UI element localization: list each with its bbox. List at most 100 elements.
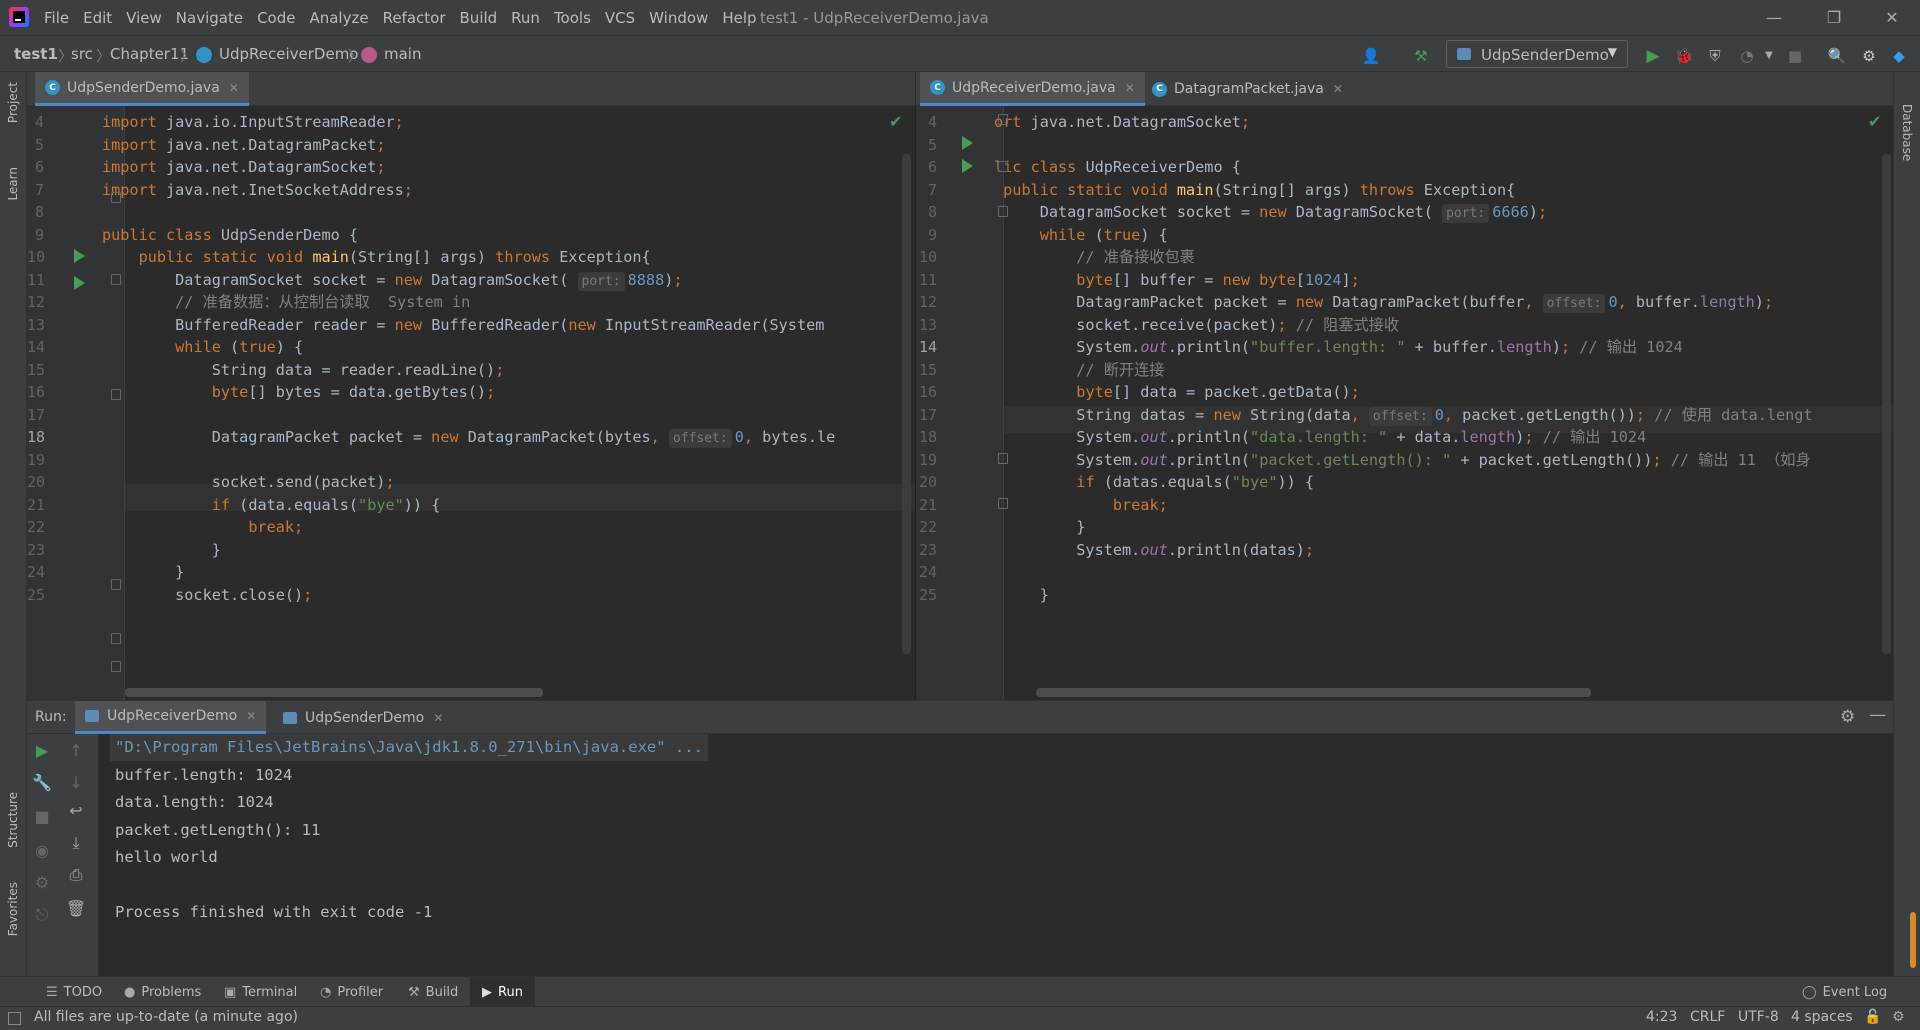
inspection-ok-icon[interactable]: ✔ (1868, 112, 1881, 131)
run-tool-button[interactable]: ▶ Run (470, 977, 535, 1007)
tab-udp-receiver-demo[interactable]: C UdpReceiverDemo.java ✕ (920, 72, 1145, 106)
fold-marker-icon[interactable] (998, 206, 1008, 217)
run-tab-udp-sender-demo[interactable]: UdpSenderDemo ✕ (273, 701, 453, 734)
left-code-editor[interactable]: 4 import java.io.InputStreamReader; 5 impor… (27, 106, 915, 700)
menu-build[interactable]: Build (460, 9, 498, 27)
event-log-button[interactable]: ◯ Event Log (1796, 977, 1893, 1007)
build-hammer-icon[interactable]: ⚒ (1410, 45, 1432, 67)
favorites-tool-button[interactable]: Favorites (6, 882, 20, 936)
run-icon[interactable]: ▶ (1642, 45, 1664, 67)
menu-tools[interactable]: Tools (554, 9, 591, 27)
fold-marker-icon[interactable] (111, 579, 121, 590)
run-configuration-select[interactable]: UdpSenderDemo ▼ (1446, 40, 1628, 68)
lock-icon[interactable]: 🔓 (1864, 1009, 1881, 1025)
menu-window[interactable]: Window (649, 9, 708, 27)
exit-icon[interactable]: ⎋ (31, 904, 53, 926)
run-gutter-icon[interactable] (74, 249, 85, 263)
restore-layout-icon[interactable]: ⚙ (31, 872, 53, 894)
soft-wrap-icon[interactable]: ↩ (65, 800, 87, 822)
caret-position[interactable]: 4:23 (1646, 1009, 1677, 1025)
scroll-to-end-icon[interactable]: ⤓ (65, 832, 87, 854)
menu-file[interactable]: File (44, 9, 69, 27)
problems-tool-button[interactable]: ● Problems (118, 977, 207, 1007)
fold-marker-icon[interactable] (998, 161, 1008, 172)
profiler-tool-button[interactable]: ◔ Profiler (314, 977, 389, 1007)
fold-marker-icon[interactable] (111, 389, 121, 400)
fold-marker-icon[interactable] (998, 114, 1008, 125)
toggle-tool-windows-icon[interactable] (8, 1012, 21, 1025)
breadcrumb-class[interactable]: UdpReceiverDemo (219, 45, 358, 63)
horizontal-scrollbar[interactable] (1036, 688, 1591, 697)
vertical-scrollbar[interactable] (902, 154, 911, 654)
fold-marker-icon[interactable] (998, 453, 1008, 464)
run-gutter-icon[interactable] (74, 276, 85, 290)
terminal-tool-button[interactable]: ▣ Terminal (218, 977, 303, 1007)
close-tab-icon[interactable]: ✕ (433, 711, 443, 725)
build-tool-button[interactable]: ⚒ Build (402, 977, 464, 1007)
menu-vcs[interactable]: VCS (605, 9, 635, 27)
structure-tool-button[interactable]: Structure (6, 792, 20, 848)
fold-marker-icon[interactable] (111, 633, 121, 644)
breadcrumb-project[interactable]: test1 (14, 45, 58, 63)
more-run-options-icon[interactable]: ▼ (1758, 45, 1780, 67)
todo-tool-button[interactable]: ☰ TODO (40, 977, 108, 1007)
camera-icon[interactable]: ◉ (31, 840, 53, 862)
search-icon[interactable]: 🔍 (1826, 45, 1848, 67)
menu-help[interactable]: Help (722, 9, 756, 27)
fold-marker-icon[interactable] (998, 498, 1008, 509)
project-tool-button[interactable]: Project (6, 82, 20, 123)
horizontal-scrollbar[interactable] (125, 688, 543, 697)
breadcrumb-method[interactable]: main (384, 45, 421, 63)
toolbox-icon[interactable]: ◆ (1888, 45, 1910, 67)
stop-icon[interactable]: ■ (31, 806, 53, 828)
scroll-up-icon[interactable]: ↑ (65, 740, 87, 762)
breadcrumb-package[interactable]: Chapter11 (110, 45, 189, 63)
console-scrollbar[interactable] (1910, 912, 1916, 968)
learn-tool-button[interactable]: Learn (6, 167, 20, 201)
settings-gear-icon[interactable]: ⚙ (1840, 707, 1855, 727)
inspection-ok-icon[interactable]: ✔ (889, 112, 902, 131)
fold-marker-icon[interactable] (111, 661, 121, 672)
coverage-icon[interactable]: ⛨ (1704, 45, 1726, 67)
menu-edit[interactable]: Edit (83, 9, 112, 27)
line-separator[interactable]: CRLF (1690, 1009, 1725, 1025)
close-tab-icon[interactable]: ✕ (1125, 81, 1135, 95)
hide-panel-icon[interactable]: — (1869, 705, 1886, 725)
fold-marker-icon[interactable] (111, 274, 121, 285)
run-tab-udp-receiver-demo[interactable]: UdpReceiverDemo ✕ (75, 701, 267, 734)
fold-marker-icon[interactable] (111, 192, 121, 203)
close-tab-icon[interactable]: ✕ (1333, 82, 1343, 96)
menu-navigate[interactable]: Navigate (176, 9, 243, 27)
wrench-icon[interactable]: 🔧 (31, 772, 53, 794)
right-code-editor[interactable]: 4 ort java.net.DatagramSocket; 5 6 lic class… (915, 106, 1893, 700)
run-gutter-icon[interactable] (962, 159, 973, 173)
debug-icon[interactable]: 🐞 (1673, 45, 1695, 67)
trash-icon[interactable]: 🗑 (65, 898, 87, 920)
indent-setting[interactable]: 4 spaces (1791, 1009, 1853, 1025)
close-button[interactable]: ✕ (1880, 6, 1904, 30)
menu-analyze[interactable]: Analyze (309, 9, 368, 27)
vertical-scrollbar[interactable] (1882, 154, 1891, 654)
database-tool-button[interactable]: Database (1900, 104, 1914, 161)
user-icon[interactable]: 👤 (1360, 45, 1382, 67)
intellij-logo-icon[interactable] (9, 7, 29, 27)
restore-button[interactable]: ❐ (1822, 6, 1846, 30)
minimize-button[interactable]: — (1762, 6, 1786, 30)
close-tab-icon[interactable]: ✕ (246, 709, 256, 723)
menu-run[interactable]: Run (511, 9, 540, 27)
menu-refactor[interactable]: Refactor (383, 9, 446, 27)
tab-datagram-packet[interactable]: C DatagramPacket.java ✕ (1142, 72, 1353, 106)
console-output[interactable]: "D:\Program Files\JetBrains\Java\jdk1.8.… (99, 734, 1893, 976)
settings-gear-icon[interactable]: ⚙ (1858, 45, 1880, 67)
close-tab-icon[interactable]: ✕ (229, 81, 239, 95)
breadcrumb-src[interactable]: src (71, 45, 93, 63)
profile-icon[interactable]: ◔ (1736, 45, 1758, 67)
print-icon[interactable]: ⎙ (65, 864, 87, 886)
rerun-icon[interactable]: ▶ (31, 740, 53, 762)
run-gutter-icon[interactable] (962, 136, 973, 150)
inspector-icon[interactable]: ⚙ (1892, 1009, 1905, 1025)
file-encoding[interactable]: UTF-8 (1738, 1009, 1779, 1025)
menu-view[interactable]: View (126, 9, 162, 27)
stop-icon[interactable]: ■ (1784, 45, 1806, 67)
menu-code[interactable]: Code (257, 9, 295, 27)
